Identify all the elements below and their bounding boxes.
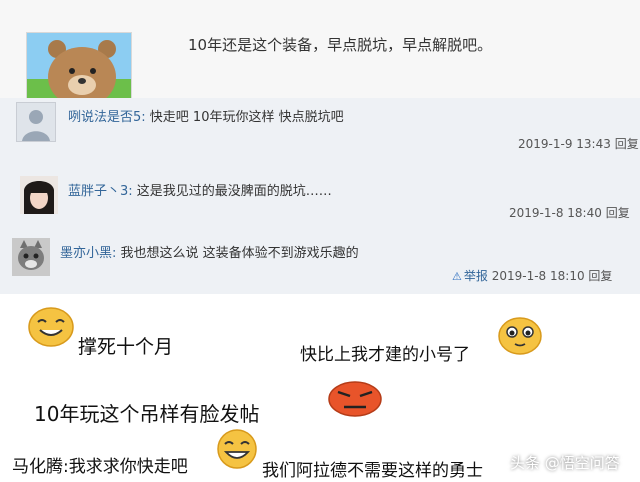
comment-username[interactable]: 墨亦小黑: <box>60 246 116 261</box>
comment-item: 咧说法是否5: 快走吧 10年玩你这样 快点脱坑吧 2019-1-9 13:43… <box>0 98 640 154</box>
report-label: 举报 <box>463 269 488 283</box>
comment-text: 这是我见过的最没脾面的脱坑…… <box>136 184 332 199</box>
comment-text: 快走吧 10年玩你这样 快点脱坑吧 <box>149 110 344 125</box>
meme-text-2: 快比上我才建的小号了 <box>300 345 470 365</box>
comment-username[interactable]: 蓝胖子丶3: <box>68 184 133 199</box>
cat-avatar[interactable] <box>12 238 50 276</box>
meme-text-5: 我们阿拉德不需要这样的勇士 <box>262 461 483 481</box>
watermark: 头条 @悟空问答 <box>510 454 620 472</box>
comment-item: 蓝胖子丶3: 这是我见过的最没脾面的脱坑…… 2019-1-8 18:40 回复 <box>0 162 640 222</box>
report-button[interactable]: ⚠ 举报 <box>452 269 492 283</box>
meme-text-3: 10年玩这个吊样有脸发帖 <box>34 402 260 426</box>
reply-button[interactable]: 回复 <box>588 269 612 283</box>
comment-text: 我也想这么说 这装备体验不到游戏乐趣的 <box>120 246 359 261</box>
meme-text-4: 马化腾:我求求你快走吧 <box>12 457 188 477</box>
meme-text-1: 撑死十个月 <box>78 336 174 358</box>
default-avatar[interactable] <box>16 102 56 142</box>
bear-avatar[interactable] <box>26 32 132 100</box>
user-avatar[interactable] <box>20 176 58 214</box>
reply-button[interactable]: 回复 <box>606 206 630 220</box>
comment-username[interactable]: 咧说法是否5: <box>68 110 146 125</box>
smile-emoji-icon <box>28 306 74 352</box>
angry-emoji-icon <box>328 380 382 422</box>
grin-emoji-icon <box>216 428 258 474</box>
comment-time: 2019-1-8 18:40 <box>509 206 602 220</box>
pleading-emoji-icon <box>498 316 542 360</box>
comment-item: 墨亦小黑: 我也想这么说 这装备体验不到游戏乐趣的 ⚠ 举报 2019-1-8 1… <box>0 230 640 294</box>
reply-button[interactable]: 回复 <box>615 137 639 151</box>
comment-time: 2019-1-9 13:43 <box>518 137 611 151</box>
comments-panel: 咧说法是否5: 快走吧 10年玩你这样 快点脱坑吧 2019-1-9 13:43… <box>0 98 640 294</box>
warning-icon: ⚠ <box>452 270 462 283</box>
comment-time: 2019-1-8 18:10 <box>491 269 585 283</box>
post-text: 10年还是这个装备，早点脱坑，早点解脱吧。 <box>188 36 493 54</box>
